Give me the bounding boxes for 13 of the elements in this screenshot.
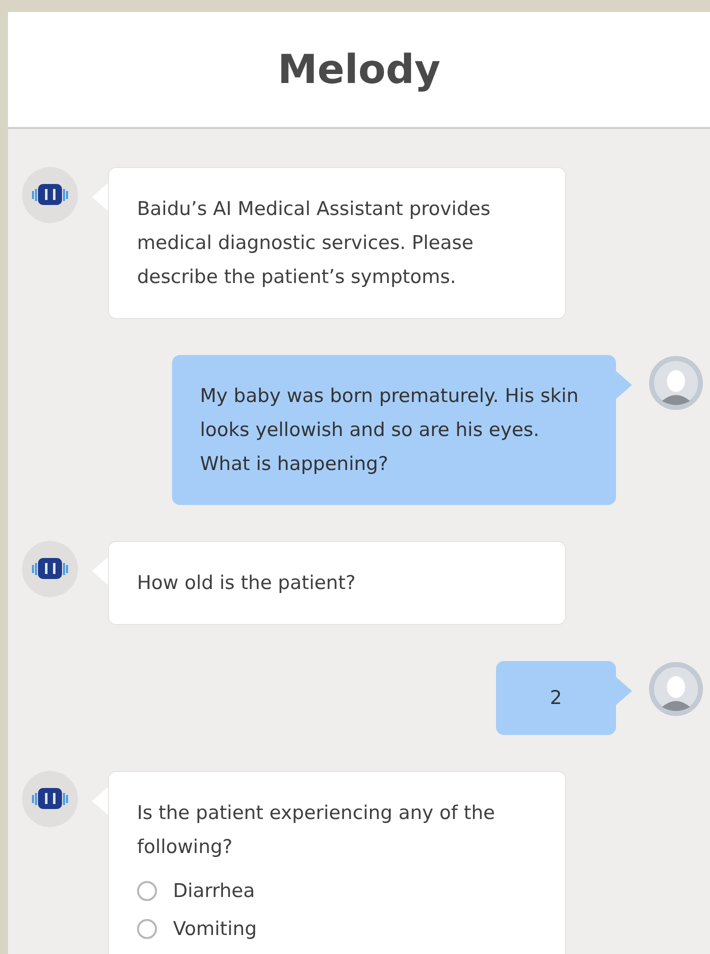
- option-radio[interactable]: Diarrhea: [137, 874, 537, 908]
- message-text: 2: [550, 686, 562, 711]
- robot-avatar-icon: [22, 771, 78, 827]
- robot-avatar-icon: [22, 167, 78, 223]
- robot-avatar-icon: [22, 541, 78, 597]
- message-text: Baidu’s AI Medical Assistant provides medical diagnostic services. Please describe the patient’s symptoms.: [137, 197, 492, 290]
- message-text: How old is the patient?: [137, 571, 357, 596]
- message-text: Is the patient experiencing any of the following?: [137, 801, 496, 860]
- message-text: My baby was born prematurely. His skin looks yellowish and so are his eyes. What is happening?: [200, 384, 580, 477]
- option-radio[interactable]: Vomiting: [137, 912, 537, 946]
- user-avatar-icon: [648, 355, 704, 411]
- user-avatar-icon: [648, 661, 704, 717]
- app-title: Melody: [278, 46, 440, 92]
